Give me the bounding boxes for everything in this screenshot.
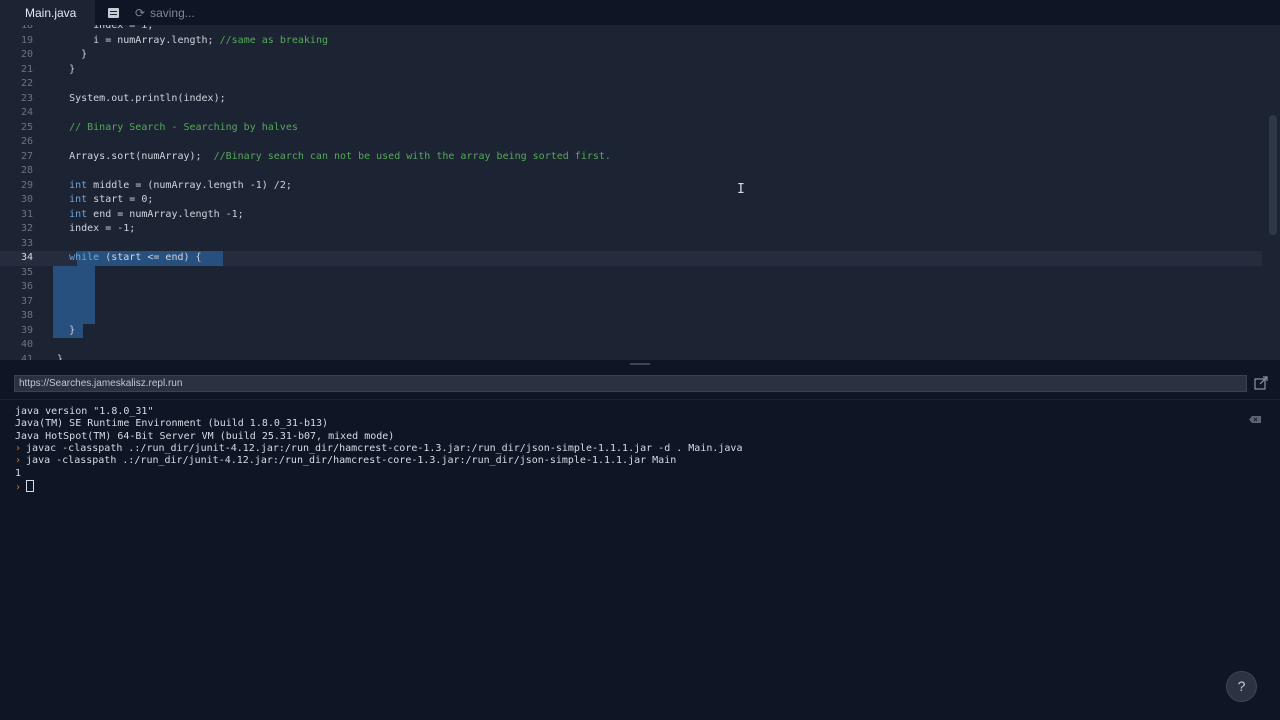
code-comment: //same as breaking — [219, 34, 328, 46]
prompt-chevron-icon: › — [15, 442, 22, 454]
line-number: 39 — [20, 324, 33, 336]
line-number: 25 — [20, 121, 33, 133]
line-number: 23 — [20, 92, 33, 104]
line-number: 41 — [20, 353, 33, 361]
code-line[interactable]: System.out.println(index); — [45, 92, 226, 107]
code-text: i = numArray.length; — [45, 34, 220, 46]
code-text: index = i; — [45, 25, 154, 31]
code-line[interactable]: } — [45, 63, 75, 78]
line-number: 37 — [20, 295, 33, 307]
refresh-icon: ⟳ — [135, 5, 146, 20]
tab-bar: Main.java ⟳ saving... — [0, 0, 1280, 25]
line-number: 18 — [20, 25, 33, 31]
code-line[interactable]: Arrays.sort(numArray); //Binary search c… — [45, 150, 611, 165]
line-number: 36 — [20, 281, 33, 292]
line-number: 19 — [20, 34, 33, 46]
line-number: 35 — [20, 266, 33, 278]
mouse-cursor-icon: I — [737, 182, 745, 197]
line-number: 40 — [20, 339, 33, 350]
file-menu-icon[interactable] — [102, 7, 119, 18]
code-text: } — [45, 49, 88, 60]
console-line-text: 1 — [15, 467, 22, 479]
prompt-chevron-icon: › — [15, 455, 22, 467]
line-number: 26 — [20, 136, 33, 147]
code-text: } — [45, 324, 76, 336]
code-text: end = numArray.length -1; — [87, 208, 244, 220]
code-keyword: int — [69, 208, 88, 220]
line-number: 30 — [20, 194, 33, 205]
console-line-text: java version "1.8.0_31" — [15, 406, 154, 417]
code-line[interactable]: // Binary Search - Searching by halves — [45, 121, 298, 136]
console-line-text: Java HotSpot(TM) 64-Bit Server VM (build… — [15, 430, 395, 442]
line-number: 33 — [20, 237, 33, 249]
line-number: 29 — [20, 179, 33, 191]
editor-scrollbar-thumb[interactable] — [1269, 115, 1277, 235]
console-line-text: Java(TM) SE Runtime Environment (build 1… — [15, 418, 329, 430]
clear-console-icon[interactable] — [1249, 416, 1261, 423]
repl-url-field[interactable]: https://Searches.jameskalisz.repl.run — [14, 375, 1247, 392]
console-line: java version "1.8.0_31" — [15, 406, 153, 418]
code-text: start = 0; — [87, 194, 154, 205]
line-number: 32 — [20, 223, 33, 234]
code-line[interactable]: int start = 0; — [45, 193, 153, 208]
console-output[interactable]: java version "1.8.0_31" Java(TM) SE Runti… — [0, 400, 1280, 720]
code-text: index = -1; — [45, 223, 136, 234]
console-line-text: java -classpath .:/run_dir/junit-4.12.ja… — [26, 455, 677, 467]
line-number: 22 — [20, 78, 33, 89]
help-button[interactable]: ? — [1226, 671, 1257, 702]
save-status: ⟳ saving... — [135, 6, 195, 20]
line-number: 27 — [20, 150, 33, 162]
line-number: 28 — [20, 165, 33, 176]
code-line[interactable]: index = i; — [45, 25, 153, 34]
pane-splitter[interactable] — [0, 360, 1280, 368]
code-text: System.out.println(index); — [45, 92, 226, 104]
line-number: 21 — [20, 63, 33, 75]
code-text: middle = (numArray.length -1) /2; — [87, 179, 292, 191]
code-keyword: int — [69, 179, 88, 191]
text-selection — [53, 265, 95, 324]
line-number: 38 — [20, 310, 33, 321]
code-line[interactable]: int middle = (numArray.length -1) /2; — [45, 179, 292, 194]
code-text: Arrays.sort(numArray); — [45, 150, 214, 162]
code-text: (start <= end) { — [99, 252, 202, 263]
save-status-text: saving... — [150, 5, 195, 20]
console-line: Java HotSpot(TM) 64-Bit Server VM (build… — [15, 431, 394, 443]
code-text: } — [45, 63, 76, 75]
console-line: Java(TM) SE Runtime Environment (build 1… — [15, 418, 328, 430]
code-line[interactable]: int end = numArray.length -1; — [45, 208, 244, 223]
prompt-chevron-icon: › — [15, 481, 22, 493]
code-line[interactable]: while (start <= end) { — [45, 251, 202, 266]
line-number: 20 — [20, 49, 33, 60]
code-line[interactable]: } — [45, 48, 87, 63]
code-line[interactable]: } — [45, 353, 63, 361]
line-number: 24 — [20, 107, 33, 118]
code-keyword: while — [69, 252, 100, 263]
console-line: › java -classpath .:/run_dir/junit-4.12.j… — [15, 455, 676, 467]
tab-main-java[interactable]: Main.java — [0, 0, 95, 25]
console-line: › — [15, 479, 35, 493]
splitter-handle[interactable] — [630, 363, 650, 365]
open-in-new-tab-icon[interactable] — [1254, 376, 1268, 390]
tab-label: Main.java — [25, 5, 77, 20]
line-number: 31 — [20, 208, 33, 220]
code-line[interactable]: index = -1; — [45, 222, 135, 237]
console-line: › javac -classpath .:/run_dir/junit-4.12.… — [15, 443, 742, 455]
console-input-caret[interactable] — [26, 479, 35, 492]
code-comment: // Binary Search - Searching by halves — [45, 121, 298, 133]
code-keyword: int — [69, 194, 88, 205]
editor-scrollbar[interactable] — [1266, 25, 1280, 360]
code-line[interactable]: i = numArray.length; //same as breaking — [45, 34, 328, 49]
line-number: 34 — [20, 252, 33, 263]
code-editor[interactable]: I 18 index = i; 19 i = numArray.length; /… — [0, 25, 1280, 360]
code-comment: //Binary search can not be used with the… — [213, 150, 611, 162]
console-line-text: javac -classpath .:/run_dir/junit-4.12.j… — [26, 442, 743, 454]
console-line: 1 — [15, 468, 21, 480]
code-line[interactable]: } — [45, 324, 75, 339]
